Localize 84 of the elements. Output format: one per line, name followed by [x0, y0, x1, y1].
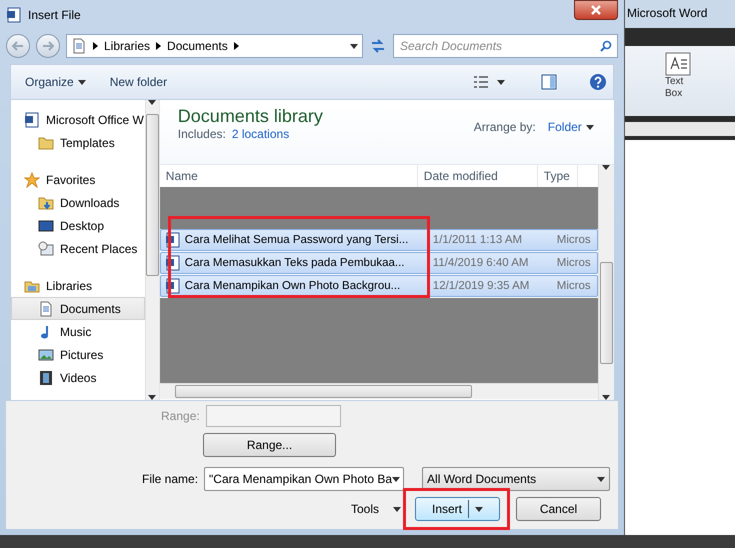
preview-pane-icon[interactable] [541, 74, 557, 90]
date-cell-text: 11/4/2019 6:40 AM [432, 257, 530, 269]
cancel-button[interactable]: Cancel [516, 497, 602, 521]
caret-icon [597, 476, 606, 482]
locations-link[interactable]: 2 locations [232, 127, 290, 141]
nav-item[interactable]: Music [11, 320, 145, 343]
arrow-right-icon [42, 41, 54, 51]
address-bar[interactable]: Libraries Documents [66, 34, 363, 58]
nav-item[interactable]: Videos [11, 366, 145, 389]
arrange-by-dropdown[interactable]: Folder [548, 120, 594, 134]
file-row[interactable]: Cara Memasukkan Teks pada Pembukaa... 11/4/2019 6:40 AM Micros [160, 252, 598, 274]
recent-places-icon [38, 240, 54, 256]
back-button[interactable] [6, 34, 30, 58]
insert-button[interactable]: Insert [415, 497, 500, 521]
file-row[interactable]: Cara Menampikan Own Photo Backgrou... 12/1/2019 9:35 AM Micros [160, 275, 598, 297]
scrollbar[interactable] [598, 165, 614, 400]
caret-icon [497, 80, 505, 84]
date-cell-text: 1/1/2011 1:13 AM [432, 234, 524, 246]
scrollbar-thumb[interactable] [146, 114, 159, 276]
type-cell-text: Micros [556, 234, 592, 246]
picture-icon [38, 346, 54, 362]
file-name-combo[interactable]: "Cara Menampikan Own Photo Ba [204, 467, 404, 491]
nav-item[interactable]: Recent Places [11, 237, 145, 260]
nav-group-heading[interactable]: Microsoft Office W [11, 108, 145, 131]
document-icon [38, 300, 54, 316]
search-field[interactable]: Search Documents [393, 34, 618, 58]
arrange-by-label: Arrange by: [474, 120, 536, 134]
word-document-icon [24, 112, 40, 128]
document-icon [71, 38, 87, 54]
film-icon [38, 370, 54, 386]
chevron-right-icon [234, 42, 239, 50]
breadcrumb-item[interactable]: Libraries [104, 39, 150, 53]
nav-group-heading[interactable]: Favorites [11, 168, 145, 191]
window-title: Insert File [28, 8, 82, 22]
breadcrumb-item[interactable]: Documents [167, 39, 228, 53]
organize-button[interactable]: Organize [17, 71, 94, 93]
date-cell-text: 12/1/2019 9:35 AM [432, 280, 530, 292]
library-title: Documents library [178, 106, 323, 127]
desktop-icon [38, 218, 54, 234]
arrow-left-icon [12, 41, 24, 51]
chevron-right-icon [93, 42, 98, 50]
nav-item[interactable]: Templates [11, 131, 145, 154]
file-name-cell: Cara Menampikan Own Photo Backgrou... [160, 278, 423, 294]
app-title: Microsoft Word [625, 0, 735, 28]
scrollbar-thumb[interactable] [174, 385, 472, 398]
nav-item[interactable]: Pictures [11, 343, 145, 366]
tools-button[interactable]: Tools [343, 498, 410, 520]
nav-item[interactable]: Documents [11, 297, 145, 320]
word-document-icon [6, 7, 22, 23]
file-name-cell: Cara Memasukkan Teks pada Pembukaa... [160, 255, 423, 271]
view-list-icon[interactable] [473, 75, 489, 89]
caret-icon [78, 80, 86, 84]
horizontal-scrollbar[interactable] [160, 383, 598, 399]
close-button[interactable] [574, 0, 618, 20]
file-name-label: File name: [142, 472, 198, 486]
forward-button[interactable] [36, 34, 60, 58]
range-label: Range: [161, 409, 200, 423]
file-name-cell: Cara Melihat Semua Password yang Tersi... [160, 232, 423, 248]
caret-icon [475, 506, 484, 512]
text-box-button[interactable]: Text Box [665, 76, 697, 100]
chevron-right-icon [156, 42, 162, 50]
search-icon [600, 40, 612, 52]
nav-item[interactable]: Downloads [11, 191, 145, 214]
type-cell-text: Micros [556, 280, 592, 292]
file-row[interactable]: Cara Melihat Semua Password yang Tersi... 1/1/2011 1:13 AM Micros [160, 229, 598, 251]
caret-icon [586, 124, 594, 130]
star-icon [24, 172, 40, 188]
scrollbar[interactable] [144, 100, 159, 400]
scrollbar-thumb[interactable] [600, 262, 613, 364]
type-cell-text: Micros [556, 257, 592, 269]
nav-group-heading[interactable]: Libraries [11, 274, 145, 297]
nav-item[interactable]: Desktop [11, 214, 145, 237]
text-box-icon [665, 52, 691, 76]
refresh-icon[interactable] [369, 38, 387, 54]
file-type-dropdown[interactable]: All Word Documents [422, 467, 610, 491]
caret-icon [392, 476, 400, 482]
dropdown-caret-icon [350, 44, 358, 48]
folder-icon [38, 134, 54, 150]
new-folder-button[interactable]: New folder [102, 71, 176, 93]
caret-icon [393, 506, 402, 512]
includes-label: Includes: [178, 127, 226, 141]
help-icon[interactable] [589, 73, 607, 91]
folder-download-icon [38, 194, 54, 210]
close-icon [591, 5, 601, 15]
